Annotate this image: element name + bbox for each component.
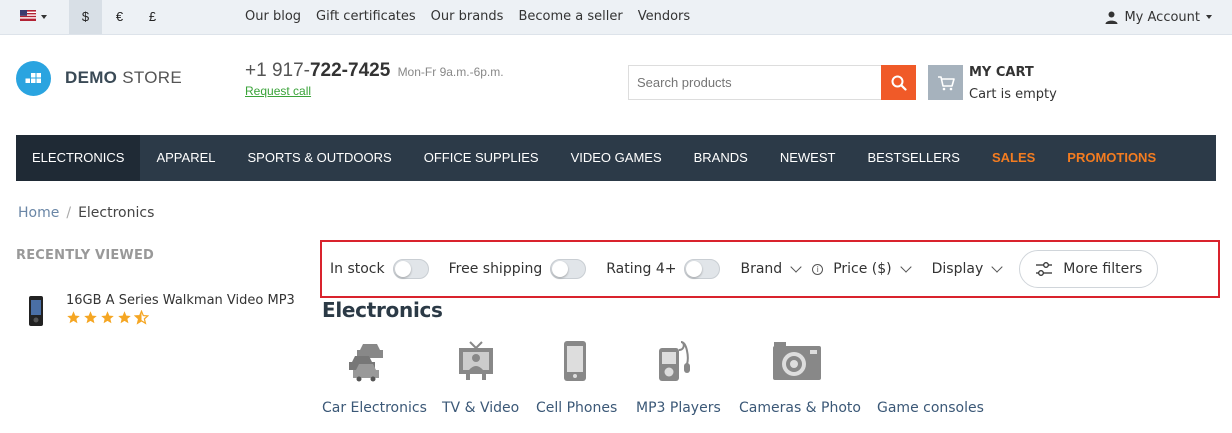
search-icon	[891, 75, 907, 91]
filter-bar: In stock Free shipping Rating 4+ Brand i…	[320, 240, 1220, 298]
in-stock-toggle[interactable]	[392, 259, 429, 279]
category-tv-video[interactable]: TV & Video	[442, 340, 519, 416]
rating-toggle[interactable]	[684, 259, 721, 279]
rating-label: Rating 4+	[606, 261, 677, 277]
top-links: Our blog Gift certificates Our brands Be…	[245, 0, 690, 34]
main-nav: ELECTRONICS APPAREL SPORTS & OUTDOORS OF…	[16, 135, 1216, 181]
rating-stars	[66, 310, 149, 325]
nav-brands[interactable]: BRANDS	[678, 135, 764, 181]
category-label: Game consoles	[877, 400, 984, 416]
more-filters-label: More filters	[1063, 261, 1143, 277]
business-hours: Mon-Fr 9a.m.-6p.m.	[397, 65, 504, 79]
more-filters-button[interactable]: More filters	[1019, 250, 1159, 288]
link-gift-certificates[interactable]: Gift certificates	[316, 0, 416, 34]
cart-status: Cart is empty	[969, 87, 1057, 102]
nav-promotions[interactable]: PROMOTIONS	[1051, 135, 1172, 181]
link-become-a-seller[interactable]: Become a seller	[518, 0, 622, 34]
product-thumbnail[interactable]	[26, 296, 46, 326]
nav-electronics[interactable]: ELECTRONICS	[16, 135, 141, 181]
category-car-electronics[interactable]: Car Electronics	[322, 340, 427, 416]
category-label: TV & Video	[442, 400, 520, 416]
display-filter[interactable]: Display	[932, 261, 984, 277]
tv-icon	[459, 341, 493, 380]
logo-bold: DEMO	[65, 68, 118, 87]
camera-icon	[773, 342, 821, 380]
page-title: Electronics	[322, 298, 443, 322]
category-cell-phones[interactable]: Cell Phones	[536, 340, 617, 416]
free-shipping-label: Free shipping	[448, 261, 543, 277]
nav-sports-outdoors[interactable]: SPORTS & OUTDOORS	[231, 135, 407, 181]
logo-light: STORE	[122, 68, 182, 87]
cart-button[interactable]	[928, 65, 963, 100]
phone-main: 722-7425	[309, 60, 391, 81]
breadcrumb-separator: /	[66, 205, 72, 221]
category-cameras-photo[interactable]: Cameras & Photo	[739, 340, 861, 416]
user-icon	[1105, 11, 1118, 24]
breadcrumb-current: Electronics	[78, 205, 155, 221]
phone-icon	[564, 341, 586, 381]
my-account-label: My Account	[1124, 9, 1200, 25]
top-bar: $ € £ Our blog Gift certificates Our bra…	[0, 0, 1232, 35]
nav-sales[interactable]: SALES	[976, 135, 1051, 181]
category-mp3-players[interactable]: MP3 Players	[636, 340, 721, 416]
currency-gbp-button[interactable]: £	[136, 0, 169, 34]
link-vendors[interactable]: Vendors	[638, 0, 690, 34]
half-star-icon	[134, 310, 149, 325]
nav-office-supplies[interactable]: OFFICE SUPPLIES	[408, 135, 555, 181]
currency-eur-button[interactable]: €	[103, 0, 136, 34]
phone-number: +1 917-722-7425 Mon-Fr 9a.m.-6p.m.	[245, 60, 504, 82]
info-icon[interactable]: i	[812, 263, 824, 275]
logo-text[interactable]: DEMO STORE	[65, 68, 182, 88]
cart-icon	[937, 75, 955, 90]
category-label: MP3 Players	[636, 400, 721, 416]
display-chevron-down-icon[interactable]	[991, 261, 1003, 273]
brand-chevron-down-icon[interactable]	[790, 261, 802, 273]
price-filter[interactable]: Price ($)	[833, 261, 891, 277]
nav-video-games[interactable]: VIDEO GAMES	[555, 135, 678, 181]
us-flag-icon[interactable]	[20, 10, 36, 21]
search-input[interactable]	[628, 65, 881, 100]
category-label: Car Electronics	[322, 400, 427, 416]
category-game-consoles[interactable]: Game consoles	[877, 340, 984, 416]
mp3-player-icon	[659, 341, 690, 381]
console-icon	[912, 340, 913, 382]
car-icon	[349, 344, 383, 382]
cart-title[interactable]: MY CART	[969, 65, 1034, 80]
breadcrumb: Home / Electronics	[18, 205, 154, 221]
search-button[interactable]	[881, 65, 916, 100]
price-chevron-down-icon[interactable]	[899, 261, 912, 273]
nav-newest[interactable]: NEWEST	[764, 135, 852, 181]
free-shipping-toggle[interactable]	[550, 259, 587, 279]
category-label: Cameras & Photo	[739, 400, 861, 416]
currency-usd-button[interactable]: $	[69, 0, 102, 34]
my-account-menu[interactable]: My Account	[1105, 0, 1212, 34]
nav-apparel[interactable]: APPAREL	[140, 135, 231, 181]
request-call-link[interactable]: Request call	[245, 84, 311, 98]
recently-viewed-title: RECENTLY VIEWED	[16, 248, 155, 263]
breadcrumb-home[interactable]: Home	[18, 205, 59, 221]
logo-icon[interactable]	[16, 61, 51, 96]
link-our-brands[interactable]: Our brands	[431, 0, 504, 34]
nav-bestsellers[interactable]: BESTSELLERS	[851, 135, 976, 181]
star-icon	[67, 311, 80, 324]
star-icon	[101, 311, 114, 324]
link-our-blog[interactable]: Our blog	[245, 0, 301, 34]
brand-filter[interactable]: Brand	[740, 261, 782, 277]
sliders-icon	[1036, 262, 1053, 276]
phone-prefix: +1 917-	[245, 60, 310, 81]
language-caret-icon[interactable]	[41, 15, 47, 19]
chevron-down-icon	[1206, 15, 1212, 19]
in-stock-label: In stock	[330, 261, 385, 277]
recently-viewed-product-name[interactable]: 16GB A Series Walkman Video MP3	[66, 293, 295, 308]
category-label: Cell Phones	[536, 400, 618, 416]
star-icon	[84, 311, 97, 324]
star-icon	[118, 311, 131, 324]
